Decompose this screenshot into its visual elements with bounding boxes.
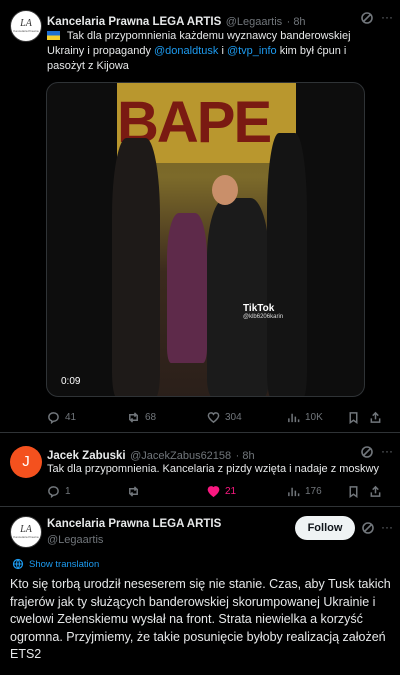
share-icon — [370, 411, 381, 423]
repost-button[interactable] — [127, 485, 207, 498]
tiktok-watermark: TikTok @klb6206karin — [243, 303, 284, 320]
views-icon — [288, 413, 300, 423]
logo-mark: LA — [20, 524, 32, 535]
video-duration: 0:09 — [61, 376, 81, 387]
views-button[interactable]: 10K — [287, 411, 347, 424]
video-figure — [267, 133, 307, 396]
follow-button[interactable]: Follow — [295, 516, 355, 540]
video-figure — [167, 213, 207, 363]
post-time[interactable]: · 8h — [236, 450, 255, 462]
reply-icon — [48, 412, 59, 424]
post-time[interactable]: · 8h — [287, 16, 306, 28]
reply-button[interactable]: 1 — [47, 485, 127, 498]
post-header: Kancelaria Prawna LEGA ARTIS @Legaartis … — [47, 12, 306, 30]
repost-icon — [129, 486, 138, 497]
logo-caption: Kancelaria Prawna — [13, 29, 39, 33]
avatar[interactable]: LA Kancelaria Prawna — [10, 10, 42, 42]
globe-icon — [12, 558, 24, 570]
more-icon[interactable]: ··· — [381, 10, 393, 24]
video-figure — [112, 138, 160, 396]
video-player[interactable]: BAPE TikTok @klb6206karin 0:09 — [46, 82, 365, 397]
post-text: Tak dla przypomnienia każdemu wyznawcy b… — [47, 30, 351, 72]
share-icon — [370, 485, 381, 497]
heart-icon — [207, 412, 220, 424]
video-figure — [212, 175, 238, 205]
bookmark-icon — [349, 412, 358, 424]
mention-link[interactable]: @tvp_info — [227, 45, 277, 57]
author-handle[interactable]: @JacekZabus62158 — [130, 450, 231, 462]
reply-text: Tak dla przypomnienia. Kancelaria z pizd… — [47, 463, 379, 475]
bookmark-icon — [349, 486, 358, 498]
divider — [0, 432, 400, 433]
more-icon[interactable]: ··· — [381, 520, 393, 534]
repost-icon — [129, 412, 138, 423]
heart-icon — [207, 486, 220, 498]
avatar[interactable]: J — [10, 446, 42, 478]
author-handle[interactable]: @Legaartis — [226, 16, 282, 28]
share-button[interactable] — [369, 485, 389, 498]
author-name[interactable]: Kancelaria Prawna LEGA ARTIS — [47, 518, 221, 530]
post-actions: 41 68 304 10K — [47, 411, 392, 424]
reply-button[interactable]: 41 — [47, 411, 127, 424]
more-icon[interactable]: ··· — [381, 444, 393, 458]
like-button[interactable]: 21 — [207, 485, 287, 498]
avatar[interactable]: LA Kancelaria Prawna — [10, 516, 42, 548]
ukraine-flag-icon — [47, 31, 60, 40]
avatar-letter: J — [22, 453, 30, 470]
video-frame: BAPE — [112, 83, 307, 396]
author-name[interactable]: Kancelaria Prawna LEGA ARTIS — [47, 16, 221, 28]
divider — [0, 506, 400, 507]
author-handle[interactable]: @Legaartis — [47, 534, 103, 546]
author-name[interactable]: Jacek Zabuski — [47, 450, 126, 462]
show-translation-link[interactable]: Show translation — [12, 558, 99, 570]
grok-icon[interactable] — [361, 521, 375, 540]
like-button[interactable]: 304 — [207, 411, 287, 424]
tweet-text: Kto się torbą urodził neseserem się nie … — [10, 577, 391, 661]
views-button[interactable]: 176 — [287, 485, 347, 498]
bookmark-button[interactable] — [347, 485, 369, 498]
bookmark-button[interactable] — [347, 411, 369, 424]
reply-icon — [48, 486, 59, 498]
logo-caption: Kancelaria Prawna — [13, 535, 39, 539]
share-button[interactable] — [369, 411, 389, 424]
mention-link[interactable]: @donaldtusk — [154, 45, 218, 57]
reply-actions: 1 21 176 — [47, 485, 392, 498]
repost-button[interactable]: 68 — [127, 411, 207, 424]
video-figure — [207, 198, 269, 396]
logo-mark: LA — [20, 18, 32, 29]
grok-icon[interactable] — [360, 11, 374, 30]
views-icon — [288, 487, 300, 497]
